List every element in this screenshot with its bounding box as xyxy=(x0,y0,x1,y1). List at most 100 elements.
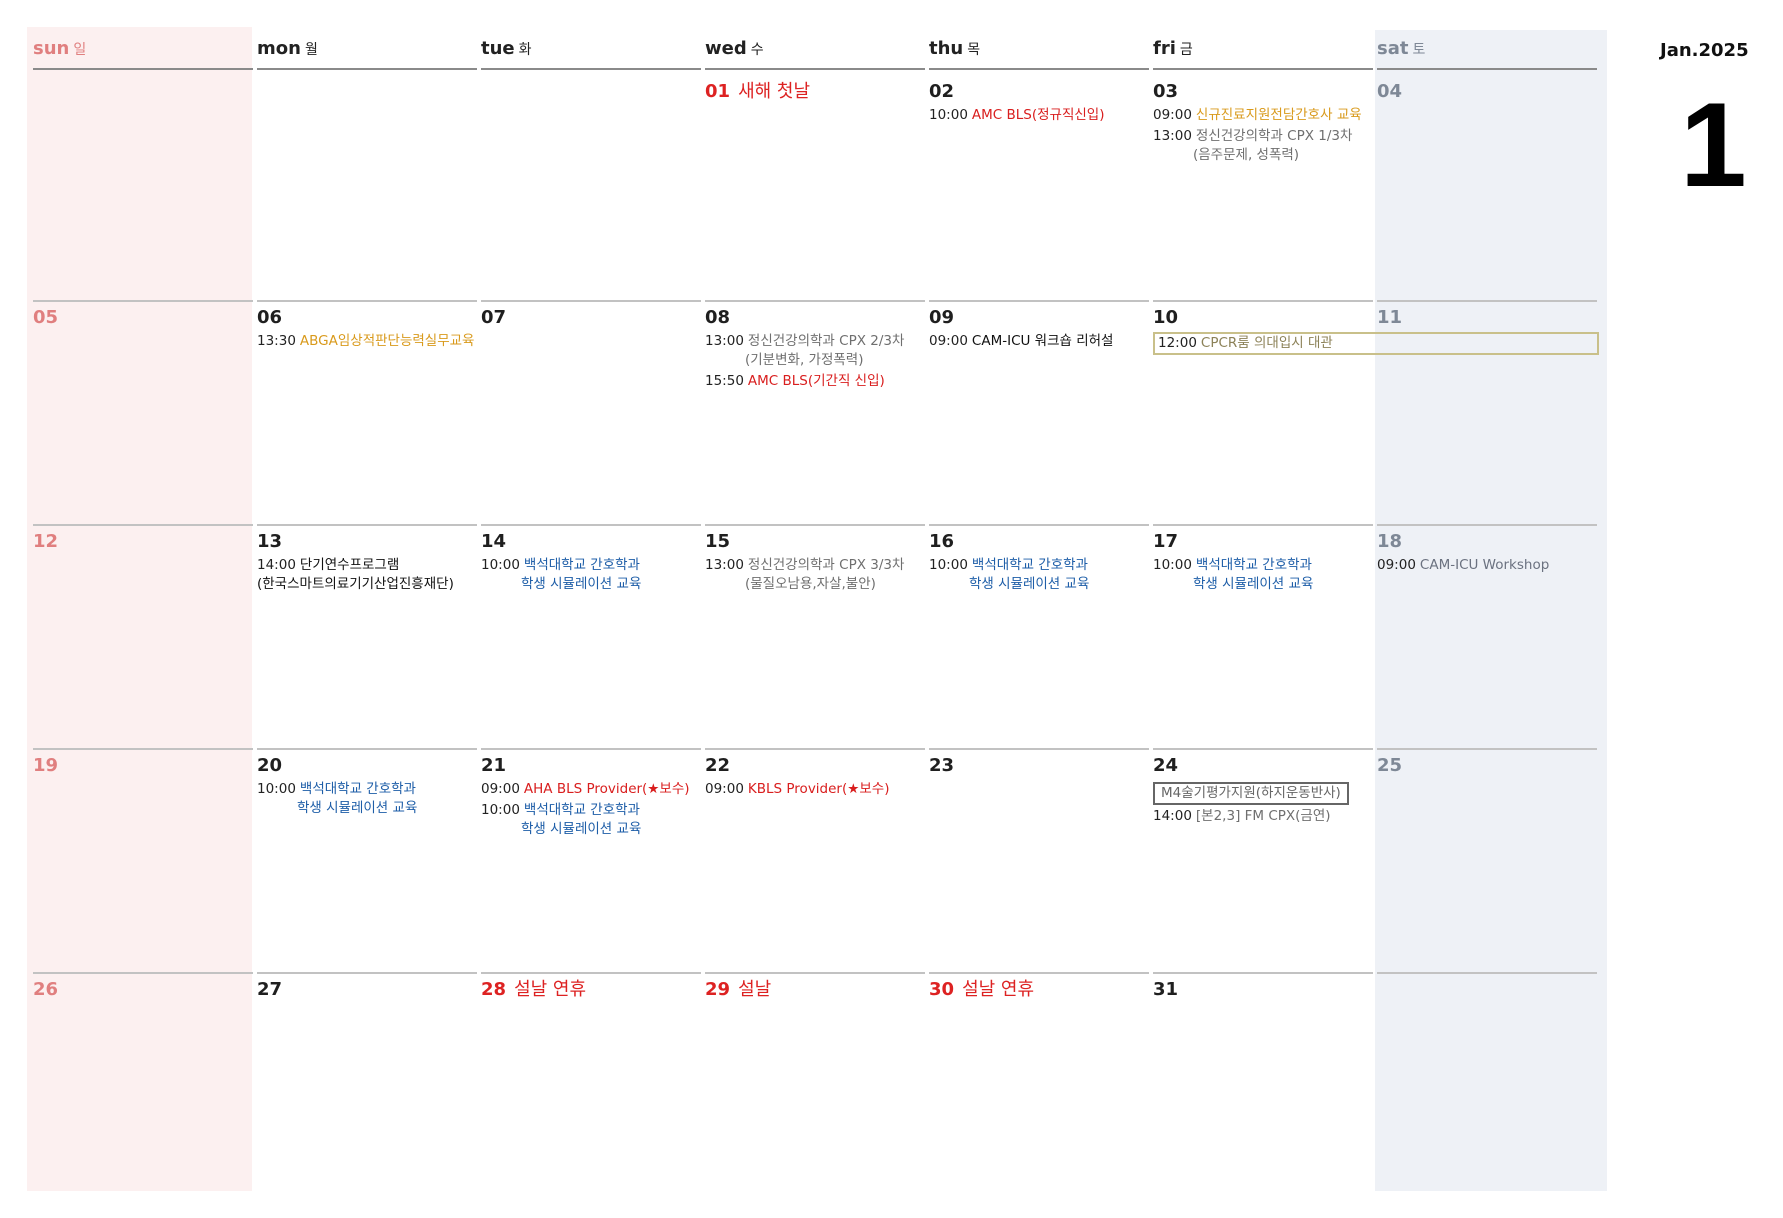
day-cell[interactable]: 12 xyxy=(33,524,253,750)
day-number: 24 xyxy=(1153,754,1373,778)
day-cell[interactable] xyxy=(257,76,477,302)
day-number-value: 17 xyxy=(1153,531,1179,552)
day-cell[interactable]: 04 xyxy=(1377,76,1597,302)
calendar-event[interactable]: 10:00 AMC BLS(정규직신입) xyxy=(929,106,1149,125)
day-number: 18 xyxy=(1377,530,1597,554)
day-cell[interactable] xyxy=(481,76,701,302)
day-cell[interactable]: 31 xyxy=(1153,972,1373,1198)
calendar-event[interactable]: 15:50 AMC BLS(기간직 신입) xyxy=(705,372,925,391)
day-cell[interactable]: 27 xyxy=(257,972,477,1198)
calendar-event[interactable]: 09:00 KBLS Provider(★보수) xyxy=(705,780,925,799)
calendar-event[interactable]: 09:00 신규진료지원전담간호사 교육 xyxy=(1153,106,1373,125)
weekday-ko: 화 xyxy=(518,42,532,58)
weekday-header-fri: fri 금 xyxy=(1153,38,1373,70)
day-number-value: 08 xyxy=(705,307,731,328)
day-cell[interactable]: 08 13:00 정신건강의학과 CPX 2/3차 (기분변화, 가정폭력) 15:50… xyxy=(705,300,925,526)
day-cell[interactable] xyxy=(33,76,253,302)
day-cell[interactable]: 09 09:00 CAM-ICU 워크숍 리허설 xyxy=(929,300,1149,526)
calendar-event[interactable]: 09:00 CAM-ICU Workshop xyxy=(1377,556,1597,575)
day-cell[interactable]: 16 10:00 백석대학교 간호학과 학생 시뮬레이션 교육 xyxy=(929,524,1149,750)
calendar-event[interactable]: 13:00 정신건강의학과 CPX 2/3차 (기분변화, 가정폭력) xyxy=(705,332,925,370)
event-subtitle: 학생 시뮬레이션 교육 xyxy=(1193,576,1314,592)
weekday-ko: 금 xyxy=(1179,42,1193,58)
month-year-label: Jan.2025 xyxy=(1660,40,1749,61)
day-cell[interactable]: 11 xyxy=(1377,300,1597,526)
event-title: KBLS Provider(★보수) xyxy=(747,781,890,797)
event-title: 백석대학교 간호학과 xyxy=(1195,557,1312,573)
event-title: [본2,3] FM CPX(금연) xyxy=(1195,808,1331,824)
day-cell[interactable]: 03 09:00 신규진료지원전담간호사 교육 13:00 정신건강의학과 CPX 1/… xyxy=(1153,76,1373,302)
day-cell[interactable]: 18 09:00 CAM-ICU Workshop xyxy=(1377,524,1597,750)
day-cell[interactable]: 05 xyxy=(33,300,253,526)
day-number: 12 xyxy=(33,530,253,554)
day-cell[interactable]: 28 설날 연휴 xyxy=(481,972,701,1198)
day-number: 29 설날 xyxy=(705,978,925,1002)
event-title: 정신건강의학과 CPX 1/3차 xyxy=(1195,128,1353,144)
day-cell[interactable] xyxy=(1377,972,1597,1198)
day-cell[interactable]: 06 13:30 ABGA임상적판단능력실무교육 xyxy=(257,300,477,526)
day-cell[interactable]: 21 09:00 AHA BLS Provider(★보수) 10:00 백석대학교 간… xyxy=(481,748,701,974)
day-number: 14 xyxy=(481,530,701,554)
calendar-event[interactable]: 10:00 백석대학교 간호학과 학생 시뮬레이션 교육 xyxy=(257,780,477,818)
day-number: 07 xyxy=(481,306,701,330)
calendar-event[interactable]: 14:00 단기연수프로그램 (한국스마트의료기기산업진흥재단) xyxy=(257,556,477,594)
event-title: 백석대학교 간호학과 xyxy=(523,557,640,573)
day-cell[interactable]: 30 설날 연휴 xyxy=(929,972,1149,1198)
event-time: 13:00 xyxy=(1153,128,1192,144)
day-cell[interactable]: 13 14:00 단기연수프로그램 (한국스마트의료기기산업진흥재단) xyxy=(257,524,477,750)
day-cell[interactable]: 25 xyxy=(1377,748,1597,974)
day-cell[interactable]: 07 xyxy=(481,300,701,526)
calendar-event[interactable]: 13:00 정신건강의학과 CPX 1/3차 (음주문제, 성폭력) xyxy=(1153,127,1373,165)
weekday-header-wed: wed 수 xyxy=(705,38,925,70)
event-time: 15:50 xyxy=(705,373,744,389)
day-cell[interactable]: 02 10:00 AMC BLS(정규직신입) xyxy=(929,76,1149,302)
calendar-event[interactable]: 13:00 정신건강의학과 CPX 3/3차 (물질오남용,자살,불안) xyxy=(705,556,925,594)
weekday-en: thu xyxy=(929,38,964,59)
boxed-event[interactable]: M4술기평가지원(하지운동반사) xyxy=(1153,782,1349,805)
day-number: 01 새해 첫날 xyxy=(705,80,925,104)
event-title: 백석대학교 간호학과 xyxy=(971,557,1088,573)
calendar-event[interactable]: 14:00 [본2,3] FM CPX(금연) xyxy=(1153,807,1373,826)
day-number: 10 xyxy=(1153,306,1373,330)
event-title: 단기연수프로그램 xyxy=(299,557,400,573)
day-number: 28 설날 연휴 xyxy=(481,978,701,1002)
day-cell[interactable]: 22 09:00 KBLS Provider(★보수) xyxy=(705,748,925,974)
day-cell[interactable]: 26 xyxy=(33,972,253,1198)
calendar-event[interactable]: 10:00 백석대학교 간호학과 학생 시뮬레이션 교육 xyxy=(481,801,701,839)
event-time: 12:00 xyxy=(1158,335,1197,351)
event-time: 13:00 xyxy=(705,333,744,349)
day-number: 16 xyxy=(929,530,1149,554)
day-number-value: 21 xyxy=(481,755,507,776)
day-cell[interactable]: 20 10:00 백석대학교 간호학과 학생 시뮬레이션 교육 xyxy=(257,748,477,974)
day-number-value: 06 xyxy=(257,307,283,328)
day-cell[interactable]: 24 M4술기평가지원(하지운동반사) 14:00 [본2,3] FM CPX(금연) xyxy=(1153,748,1373,974)
day-number-value: 13 xyxy=(257,531,283,552)
event-time: 10:00 xyxy=(481,557,520,573)
event-time: 13:30 xyxy=(257,333,296,349)
day-number: 05 xyxy=(33,306,253,330)
day-number-value: 30 xyxy=(929,979,955,1000)
weekday-ko: 토 xyxy=(1412,42,1426,58)
day-cell[interactable]: 01 새해 첫날 xyxy=(705,76,925,302)
calendar-event[interactable]: 10:00 백석대학교 간호학과 학생 시뮬레이션 교육 xyxy=(929,556,1149,594)
day-cell[interactable]: 19 xyxy=(33,748,253,974)
month-number: 1 xyxy=(1680,78,1747,212)
event-time: 09:00 xyxy=(481,781,520,797)
event-time: 09:00 xyxy=(705,781,744,797)
day-cell[interactable]: 29 설날 xyxy=(705,972,925,1198)
calendar-event[interactable]: 10:00 백석대학교 간호학과 학생 시뮬레이션 교육 xyxy=(1153,556,1373,594)
day-cell[interactable]: 17 10:00 백석대학교 간호학과 학생 시뮬레이션 교육 xyxy=(1153,524,1373,750)
weekday-header-mon: mon 월 xyxy=(257,38,477,70)
calendar-event[interactable]: 09:00 CAM-ICU 워크숍 리허설 xyxy=(929,332,1149,351)
event-title: CAM-ICU Workshop xyxy=(1419,557,1550,573)
calendar-event[interactable]: 09:00 AHA BLS Provider(★보수) xyxy=(481,780,701,799)
calendar-event[interactable]: 13:30 ABGA임상적판단능력실무교육 xyxy=(257,332,477,351)
day-cell[interactable]: 23 xyxy=(929,748,1149,974)
holiday-label: 설날 xyxy=(738,979,772,1000)
calendar-event[interactable]: 10:00 백석대학교 간호학과 학생 시뮬레이션 교육 xyxy=(481,556,701,594)
day-number-value: 20 xyxy=(257,755,283,776)
day-number: 08 xyxy=(705,306,925,330)
day-cell[interactable]: 15 13:00 정신건강의학과 CPX 3/3차 (물질오남용,자살,불안) xyxy=(705,524,925,750)
day-cell[interactable]: 14 10:00 백석대학교 간호학과 학생 시뮬레이션 교육 xyxy=(481,524,701,750)
day-number: 19 xyxy=(33,754,253,778)
